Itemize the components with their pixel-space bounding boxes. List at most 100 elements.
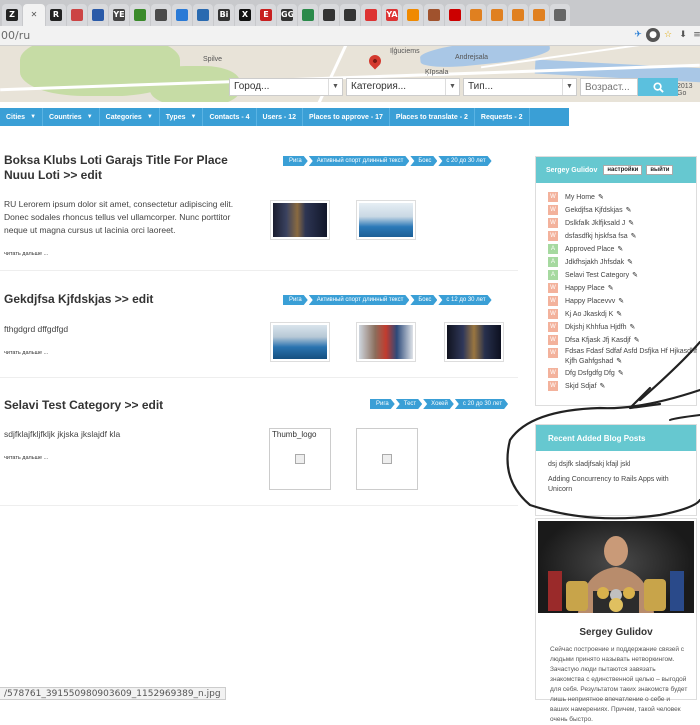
browser-tab[interactable] [340, 4, 360, 26]
user-place-item[interactable]: W Happy Place ✎ [548, 282, 698, 295]
post-thumbnail[interactable] [356, 322, 416, 362]
browser-tab[interactable] [88, 4, 108, 26]
type-select[interactable]: Тип... ▼ [463, 78, 577, 96]
browser-tab[interactable]: ✕ [23, 4, 45, 26]
user-place-item[interactable]: W Happy Placevvv ✎ [548, 295, 698, 308]
browser-tab[interactable] [403, 4, 423, 26]
breadcrumb-item[interactable]: Рига [370, 399, 395, 409]
nav-item-countries[interactable]: Countries ▼ [43, 108, 100, 126]
read-more-link[interactable]: читать дальше ... [4, 455, 48, 461]
browser-tab[interactable] [319, 4, 339, 26]
edit-icon[interactable]: ✎ [608, 285, 614, 292]
breadcrumb-item[interactable]: Хокей [423, 399, 454, 409]
user-place-item[interactable]: W My Home ✎ [548, 191, 698, 204]
post-thumbnail-placeholder[interactable] [356, 428, 418, 490]
user-place-item[interactable]: W Dfg Dsfgdfg Dfg ✎ [548, 367, 698, 380]
user-place-item[interactable]: W Dslkfalk Jklfjksald J ✎ [548, 217, 698, 230]
blog-post-link[interactable]: dsj dsjfk sladjfsakj kfajl jskl [536, 460, 696, 470]
browser-tab[interactable]: YE [109, 4, 129, 26]
user-place-item[interactable]: W Skjd Sdjaf ✎ [548, 380, 698, 393]
browser-tab[interactable] [529, 4, 549, 26]
browser-tab[interactable] [466, 4, 486, 26]
nav-item-categories[interactable]: Categories ▼ [100, 108, 160, 126]
browser-tab[interactable] [361, 4, 381, 26]
user-place-item[interactable]: W Fdsas Fdasf Sdfaf Asfd Dsfjka Hf Hjkasd… [548, 347, 698, 367]
user-place-item[interactable]: W Kj Ao Jkaskdj K ✎ [548, 308, 698, 321]
nav-item-requests[interactable]: Requests - 2 [475, 108, 530, 126]
browser-tab[interactable]: Bi [214, 4, 234, 26]
breadcrumb-item[interactable]: с 20 до 30 лет [455, 399, 508, 409]
logout-button[interactable]: выйти [646, 165, 674, 175]
browser-tab[interactable] [550, 4, 570, 26]
settings-button[interactable]: настройки [603, 165, 643, 175]
nav-item-types[interactable]: Types ▼ [160, 108, 204, 126]
breadcrumb-item[interactable]: с 20 до 30 лет [438, 156, 491, 166]
edit-icon[interactable]: ✎ [626, 207, 632, 214]
browser-tab[interactable] [172, 4, 192, 26]
edit-icon[interactable]: ✎ [618, 298, 624, 305]
browser-tab[interactable] [487, 4, 507, 26]
post-thumbnail[interactable] [356, 200, 416, 240]
address-bar[interactable]: 00/ru ✈ ● ☆ ⬇ ≡ [0, 26, 700, 46]
star-icon[interactable]: ☆ [661, 28, 675, 42]
browser-tab[interactable]: R [46, 4, 66, 26]
download-icon[interactable]: ⬇ [676, 28, 690, 42]
age-input[interactable] [580, 78, 638, 96]
post-title[interactable]: Selavi Test Category >> edit [4, 398, 264, 413]
breadcrumb-item[interactable]: Активный спорт длинный текст [309, 156, 410, 166]
browser-tab[interactable]: YA [382, 4, 402, 26]
browser-tab[interactable]: E [256, 4, 276, 26]
breadcrumb-item[interactable]: Бокс [410, 295, 437, 305]
nav-item-places[interactable]: Places to approve - 17 [303, 108, 390, 126]
browser-tab[interactable] [151, 4, 171, 26]
post-thumbnail-placeholder[interactable]: Thumb_logo [269, 428, 331, 490]
edit-icon[interactable]: ✎ [617, 246, 623, 253]
translate-icon[interactable]: ✈ [631, 28, 645, 42]
post-thumbnail[interactable] [270, 200, 330, 240]
user-name[interactable]: Sergey Gulidov [546, 167, 597, 174]
browser-tab[interactable]: Z [2, 4, 22, 26]
edit-icon[interactable]: ✎ [627, 259, 633, 266]
profile-photo[interactable] [538, 521, 694, 613]
category-select[interactable]: Категория... ▼ [346, 78, 460, 96]
breadcrumb-item[interactable]: Рига [283, 295, 308, 305]
browser-tab[interactable] [298, 4, 318, 26]
browser-tab[interactable]: GG [277, 4, 297, 26]
edit-icon[interactable]: ✎ [634, 337, 640, 344]
nav-item-places[interactable]: Places to translate - 2 [390, 108, 475, 126]
browser-tab[interactable] [424, 4, 444, 26]
user-place-item[interactable]: W Dfsa Kfjask Jfj Kasdjf ✎ [548, 334, 698, 347]
city-select[interactable]: Город... ▼ [229, 78, 343, 96]
post-thumbnail[interactable] [444, 322, 504, 362]
browser-tab[interactable] [445, 4, 465, 26]
breadcrumb-item[interactable]: с 12 до 30 лет [438, 295, 491, 305]
user-place-item[interactable]: W Dkjshj Khhfua Hjdfh ✎ [548, 321, 698, 334]
browser-tab[interactable]: X [235, 4, 255, 26]
nav-item-users[interactable]: Users - 12 [257, 108, 303, 126]
read-more-link[interactable]: читать дальше ... [4, 350, 48, 356]
edit-icon[interactable]: ✎ [628, 220, 634, 227]
edit-icon[interactable]: ✎ [632, 272, 638, 279]
user-place-item[interactable]: A Selavi Test Category ✎ [548, 269, 698, 282]
browser-tab[interactable] [508, 4, 528, 26]
breadcrumb-item[interactable]: Активный спорт длинный текст [309, 295, 410, 305]
user-place-item[interactable]: A Approved Place ✎ [548, 243, 698, 256]
blog-post-link[interactable]: Adding Concurrency to Rails Apps with Un… [536, 475, 696, 495]
nav-item-contacts[interactable]: Contacts - 4 [203, 108, 257, 126]
extension-icon[interactable]: ● [646, 28, 660, 42]
post-thumbnail[interactable] [270, 322, 330, 362]
url-text[interactable]: 00/ru [1, 29, 30, 42]
breadcrumb-item[interactable]: Рига [283, 156, 308, 166]
breadcrumb-item[interactable]: Бокс [410, 156, 437, 166]
edit-icon[interactable]: ✎ [600, 383, 606, 390]
post-title[interactable]: Boksa Klubs Loti Garajs Title For Place … [4, 153, 254, 183]
post-title[interactable]: Gekdjfsa Kjfdskjas >> edit [4, 292, 264, 307]
edit-icon[interactable]: ✎ [598, 194, 604, 201]
edit-icon[interactable]: ✎ [629, 324, 635, 331]
menu-icon[interactable]: ≡ [690, 28, 700, 42]
user-place-item[interactable]: Wdsfasdfkj hjskfsa fsa ✎ [548, 230, 698, 243]
breadcrumb-item[interactable]: Тест [396, 399, 422, 409]
browser-tab[interactable] [193, 4, 213, 26]
browser-tab[interactable] [67, 4, 87, 26]
user-place-item[interactable]: W Gekdjfsa Kjfdskjas ✎ [548, 204, 698, 217]
